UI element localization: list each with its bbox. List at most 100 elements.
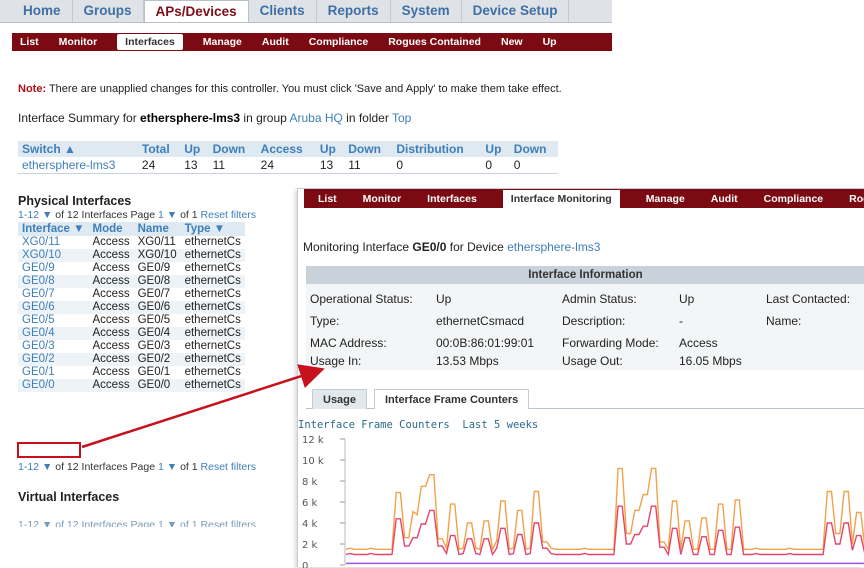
chevron-down-icon[interactable]: ▼ bbox=[167, 209, 177, 221]
device-link[interactable]: ethersphere-lms3 bbox=[507, 240, 600, 254]
column-header[interactable]: Mode bbox=[88, 222, 134, 236]
subnav-audit[interactable]: Audit bbox=[262, 36, 289, 48]
interface-link[interactable]: GE0/6 bbox=[18, 301, 89, 314]
table-cell: ethernetCs bbox=[180, 301, 245, 314]
interface-link[interactable]: GE0/1 bbox=[18, 366, 89, 379]
op-status-label: Operational Status: bbox=[310, 292, 413, 306]
table-row: GE0/3 Access GE0/3 ethernetCs bbox=[18, 340, 245, 353]
column-header[interactable]: Access bbox=[256, 141, 316, 157]
column-header[interactable]: Down bbox=[208, 141, 257, 157]
interface-monitoring-panel: List Monitor Interfaces Interface Monitorin… bbox=[297, 188, 864, 568]
table-cell: 24 bbox=[256, 157, 316, 174]
column-header[interactable]: Name bbox=[133, 222, 181, 236]
group-link[interactable]: Aruba HQ bbox=[289, 111, 342, 125]
folder-link[interactable]: Top bbox=[392, 111, 411, 125]
subnav-rogues-contained[interactable]: Rogues Contained bbox=[388, 36, 481, 48]
switch-name-link[interactable]: ethersphere-lms3 bbox=[18, 157, 138, 174]
monitoring-subnav-audit[interactable]: Audit bbox=[711, 193, 738, 205]
chevron-down-icon[interactable]: ▼ bbox=[42, 209, 52, 221]
table-cell: GE0/9 bbox=[137, 262, 171, 274]
column-header[interactable]: Type ▼ bbox=[180, 222, 245, 236]
admin-status-value: Up bbox=[679, 292, 695, 306]
column-header[interactable]: Interface ▼ bbox=[18, 222, 89, 236]
table-cell: GE0/3 bbox=[137, 340, 171, 352]
table-cell: 0 bbox=[392, 157, 482, 174]
mac-label: MAC Address: bbox=[310, 336, 387, 350]
chart-range[interactable]: Last 5 weeks bbox=[462, 419, 538, 431]
subnav-new[interactable]: New bbox=[501, 36, 523, 48]
interface-link[interactable]: GE0/2 bbox=[18, 353, 89, 366]
table-cell: ethernetCs bbox=[180, 327, 245, 340]
chart-title: Interface Frame Counters bbox=[298, 419, 450, 431]
interface-link[interactable]: GE0/4 bbox=[18, 327, 89, 340]
name-label: Name: bbox=[766, 314, 802, 328]
subnav-interfaces[interactable]: Interfaces bbox=[117, 34, 183, 50]
nav-tab-device-setup[interactable]: Device Setup bbox=[462, 0, 570, 22]
column-header[interactable]: Down bbox=[509, 141, 558, 157]
monitoring-subnav-list[interactable]: List bbox=[318, 193, 337, 205]
subnav-monitor[interactable]: Monitor bbox=[59, 36, 98, 48]
nav-tab-reports[interactable]: Reports bbox=[317, 0, 391, 22]
column-header[interactable]: Switch ▲ bbox=[18, 141, 138, 157]
nav-tab-groups[interactable]: Groups bbox=[73, 0, 144, 22]
note-text: There are unapplied changes for this con… bbox=[46, 83, 562, 95]
tab-usage[interactable]: Usage bbox=[312, 389, 368, 409]
virtual-pager-clipped[interactable]: 1-12 ▼ of 12 Interfaces Page 1 ▼ of 1 Re… bbox=[18, 519, 256, 527]
interface-link[interactable]: GE0/5 bbox=[18, 314, 89, 327]
page-select[interactable]: 1 bbox=[158, 209, 164, 221]
interface-link[interactable]: XG0/11 bbox=[18, 236, 89, 249]
monitoring-subnav-manage[interactable]: Manage bbox=[646, 193, 685, 205]
interface-link[interactable]: GE0/8 bbox=[18, 275, 89, 288]
subnav-up[interactable]: Up bbox=[543, 36, 557, 48]
tab-interface-frame-counters[interactable]: Interface Frame Counters bbox=[374, 389, 530, 409]
pager-range[interactable]: 1-12 bbox=[18, 209, 39, 221]
table-cell: XG0/11 bbox=[137, 236, 176, 248]
chevron-down-icon[interactable]: ▼ bbox=[42, 461, 52, 473]
monitoring-subnav-compliance[interactable]: Compliance bbox=[764, 193, 824, 205]
nav-tab-home[interactable]: Home bbox=[12, 0, 73, 22]
column-header[interactable]: Down bbox=[344, 141, 393, 157]
interface-link[interactable]: XG0/10 bbox=[18, 249, 89, 262]
table-cell: GE0/4 bbox=[133, 327, 181, 340]
monitoring-subnav-monitor[interactable]: Monitor bbox=[363, 193, 402, 205]
table-cell: Access bbox=[92, 236, 130, 248]
column-header[interactable]: Total bbox=[137, 141, 181, 157]
interface-link[interactable]: GE0/7 bbox=[18, 288, 89, 301]
interface-link[interactable]: GE0/3 bbox=[18, 340, 89, 353]
monitoring-subnav-interface-monitoring[interactable]: Interface Monitoring bbox=[502, 189, 620, 208]
nav-tab-aps-devices[interactable]: APs/Devices bbox=[143, 0, 249, 22]
interface-information-header: Interface Information bbox=[306, 266, 864, 284]
interface-link[interactable]: GE0/0 bbox=[18, 379, 89, 392]
pager-of-text: of 12 Interfaces Page bbox=[52, 461, 158, 473]
reset-filters-link[interactable]: Reset filters bbox=[201, 461, 256, 473]
subnav-manage[interactable]: Manage bbox=[203, 36, 242, 48]
usage-in-value: 13.53 Mbps bbox=[436, 354, 499, 368]
nav-tab-clients[interactable]: Clients bbox=[249, 0, 317, 22]
column-header[interactable]: Up bbox=[180, 141, 209, 157]
op-status-value: Up bbox=[436, 292, 452, 306]
table-row: GE0/1 Access GE0/1 ethernetCs bbox=[18, 366, 245, 379]
table-cell: ethernetCs bbox=[184, 262, 241, 274]
physical-interfaces-title: Physical Interfaces bbox=[18, 194, 132, 208]
monitoring-subnav-interfaces[interactable]: Interfaces bbox=[427, 193, 477, 205]
monitoring-sub-nav: List Monitor Interfaces Interface Monitorin… bbox=[304, 189, 864, 208]
page-select[interactable]: 1 bbox=[158, 461, 164, 473]
subnav-list[interactable]: List bbox=[20, 36, 39, 48]
column-header[interactable]: Distribution bbox=[392, 141, 482, 157]
interface-link[interactable]: GE0/9 bbox=[18, 262, 89, 275]
table-cell: GE0/5 bbox=[137, 314, 171, 326]
reset-filters-link[interactable]: Reset filters bbox=[201, 209, 256, 221]
subnav-compliance[interactable]: Compliance bbox=[309, 36, 369, 48]
chevron-down-icon[interactable]: ▼ bbox=[167, 461, 177, 473]
monitoring-title-mid: for Device bbox=[446, 240, 508, 254]
monitoring-subnav-rog[interactable]: Rog bbox=[849, 193, 864, 205]
monitoring-interface: GE0/0 bbox=[412, 240, 447, 254]
column-header[interactable]: Up bbox=[315, 141, 345, 157]
table-cell: 13 bbox=[180, 157, 209, 174]
type-label: Type: bbox=[310, 314, 340, 328]
table-cell: ethernetCs bbox=[184, 340, 241, 352]
column-header[interactable]: Up bbox=[481, 141, 510, 157]
pager-range[interactable]: 1-12 bbox=[18, 461, 39, 473]
table-cell: 13 bbox=[315, 157, 345, 174]
nav-tab-system[interactable]: System bbox=[391, 0, 462, 22]
